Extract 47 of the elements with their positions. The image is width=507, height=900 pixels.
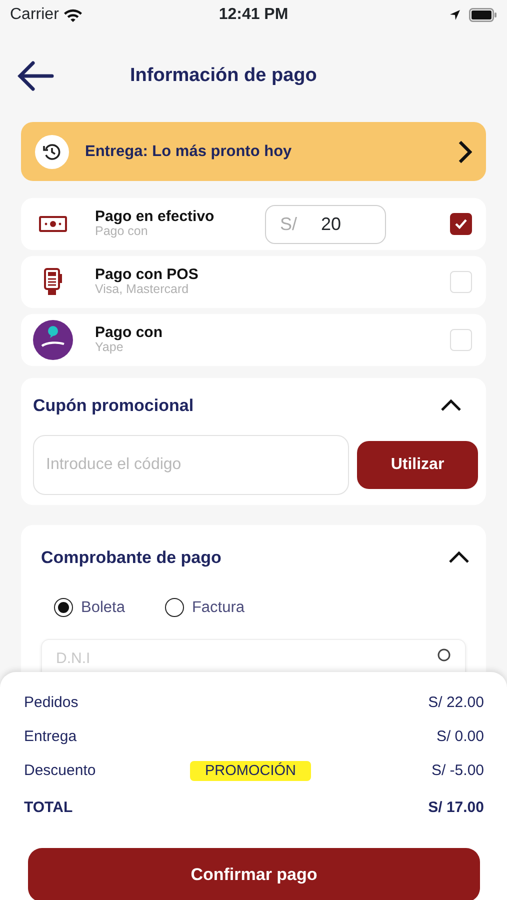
chevron-right-icon bbox=[458, 140, 472, 164]
payment-subtitle: Yape bbox=[95, 341, 124, 356]
currency-prefix: S/ bbox=[280, 212, 298, 236]
promotion-tag: PROMOCIÓN bbox=[190, 760, 312, 781]
wallet-app-logo-icon bbox=[33, 320, 73, 360]
coupon-code-field[interactable]: Introduce el código bbox=[33, 435, 349, 495]
back-arrow-icon bbox=[16, 60, 54, 92]
payment-name: Pago en efectivo bbox=[95, 208, 216, 226]
total-value: S/ 17.00 bbox=[428, 798, 484, 818]
amount-field[interactable]: S/ 20 bbox=[265, 204, 386, 244]
section-title: Cupón promocional bbox=[33, 394, 194, 417]
back-button[interactable] bbox=[16, 60, 54, 92]
wifi-icon bbox=[62, 8, 83, 22]
summary-value: S/ 0.00 bbox=[436, 726, 484, 747]
carrier-name: Carrier bbox=[10, 5, 59, 25]
card-terminal-icon bbox=[43, 268, 63, 296]
battery-icon bbox=[469, 8, 497, 22]
summary-label: Entrega bbox=[24, 726, 78, 747]
check-icon bbox=[455, 219, 467, 229]
payment-option[interactable]: Pago con POS Visa, Mastercard bbox=[21, 256, 486, 308]
section-title: Comprobante de pago bbox=[41, 547, 222, 569]
payment-name: Pago con POS bbox=[95, 266, 200, 284]
page-title: Información de pago bbox=[130, 64, 317, 88]
summary-value: S/ 22.00 bbox=[428, 692, 484, 713]
summary-value: S/ -5.00 bbox=[431, 760, 484, 781]
delivery-text: Entrega: Lo más pronto hoy bbox=[85, 142, 293, 162]
apply-button[interactable]: Utilizar bbox=[357, 441, 478, 489]
confirm-payment-button[interactable]: Confirmar pago bbox=[28, 848, 480, 900]
payment-name: Pago con bbox=[95, 324, 164, 342]
summary-label: Descuento bbox=[24, 760, 97, 781]
chevron-up-icon[interactable] bbox=[440, 399, 462, 412]
total-label: TOTAL bbox=[24, 798, 73, 818]
status-time: 12:41 PM bbox=[218, 5, 290, 25]
clock-icon bbox=[35, 134, 69, 168]
location-arrow-icon bbox=[449, 9, 461, 21]
cash-icon bbox=[39, 216, 67, 232]
summary-label: Pedidos bbox=[24, 692, 80, 713]
payment-subtitle: Visa, Mastercard bbox=[95, 283, 190, 298]
radio-option[interactable]: Factura bbox=[164, 596, 245, 619]
delivery-banner[interactable]: Entrega: Lo más pronto hoy bbox=[21, 122, 486, 181]
payment-option[interactable]: Pago con Yape bbox=[21, 314, 486, 366]
payment-subtitle: Pago con bbox=[95, 225, 149, 240]
radio-option[interactable]: Boleta bbox=[54, 596, 125, 619]
chevron-up-icon[interactable] bbox=[448, 551, 470, 564]
payment-option[interactable]: Pago en efectivo Pago con S/ 20 bbox=[21, 198, 486, 250]
amount-value: 20 bbox=[321, 212, 342, 236]
checkbox[interactable] bbox=[450, 213, 472, 235]
